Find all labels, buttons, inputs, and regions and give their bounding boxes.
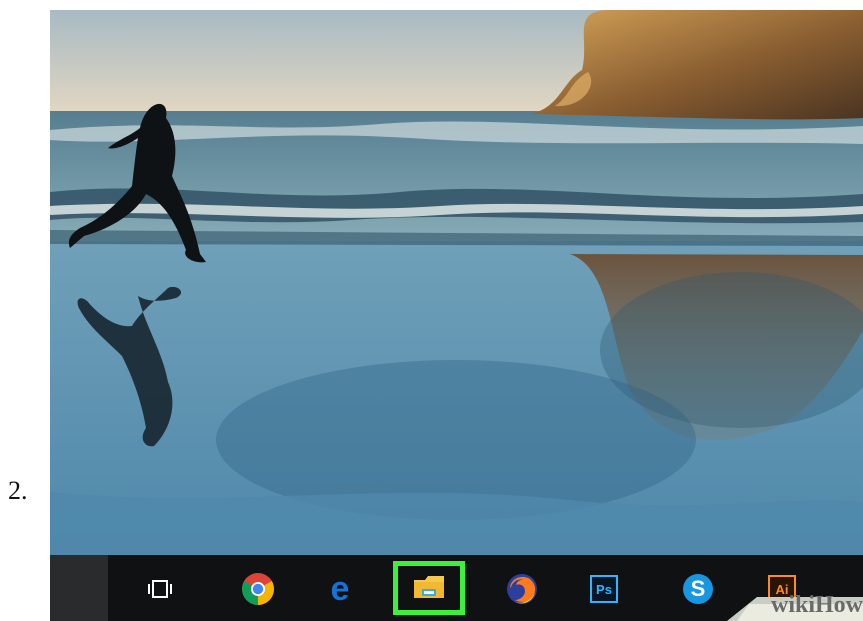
chrome-icon[interactable]	[236, 567, 280, 611]
firefox-icon[interactable]	[500, 567, 544, 611]
task-view-icon[interactable]	[138, 567, 182, 611]
skype-label: S	[683, 574, 713, 604]
desktop-screen: e Ps S Ai wikiHow	[50, 10, 863, 621]
edge-icon[interactable]: e	[318, 567, 362, 611]
step-number: 2.	[8, 476, 28, 505]
beach-wallpaper	[50, 10, 863, 555]
skype-icon[interactable]: S	[676, 567, 720, 611]
wikihow-watermark: wikiHow	[770, 592, 863, 618]
file-explorer-highlight[interactable]	[393, 561, 465, 615]
file-explorer-icon	[414, 576, 444, 598]
edge-glyph: e	[330, 570, 350, 608]
photoshop-label: Ps	[590, 575, 618, 603]
start-button-area[interactable]	[50, 555, 108, 621]
photoshop-icon[interactable]: Ps	[582, 567, 626, 611]
